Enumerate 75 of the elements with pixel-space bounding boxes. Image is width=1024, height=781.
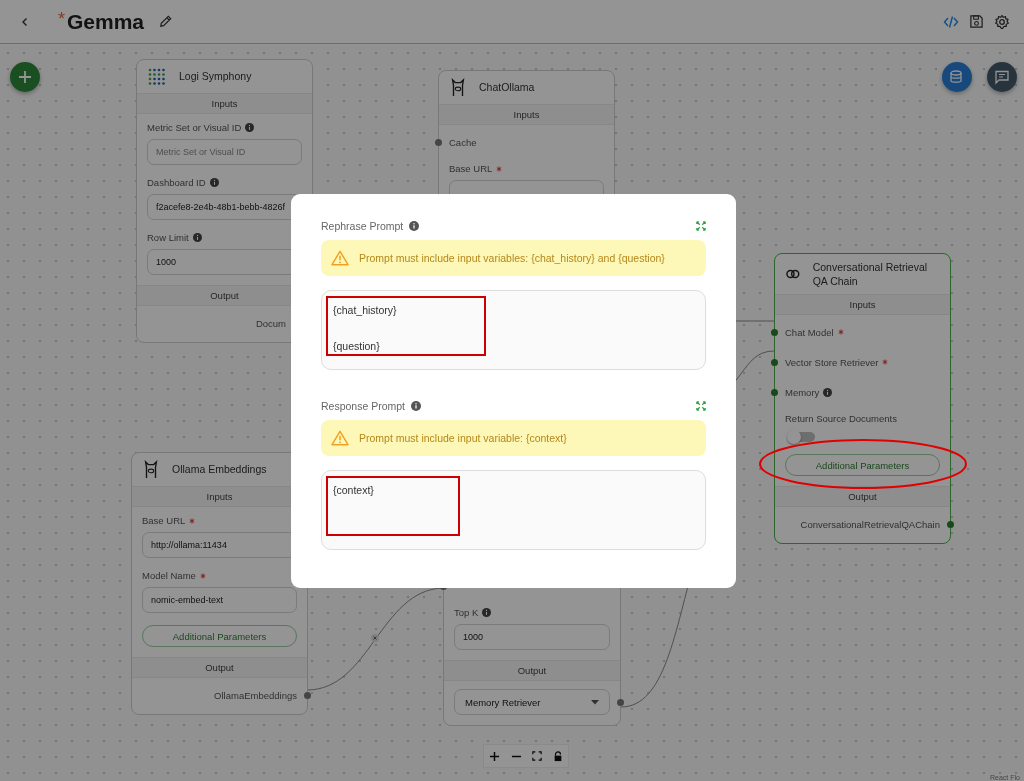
field-label: Base URL: [449, 163, 493, 174]
field-label: Top K: [454, 607, 479, 618]
dot-grid-icon: [147, 66, 167, 87]
input-handle[interactable]: [435, 139, 442, 146]
settings-icon[interactable]: [994, 13, 1010, 30]
output-label: OllamaEmbeddings: [214, 689, 297, 701]
field-label: Base URL: [142, 515, 186, 526]
save-icon[interactable]: [969, 14, 984, 29]
input-handle[interactable]: [771, 389, 778, 397]
input-field[interactable]: 1000: [454, 624, 610, 650]
info-icon[interactable]: [823, 387, 833, 397]
prompt-textarea[interactable]: {context}: [321, 470, 706, 550]
warning-text: Prompt must include input variable: {context}: [359, 432, 567, 444]
info-icon[interactable]: [245, 123, 255, 132]
node-title: Logi Symphony: [179, 69, 252, 84]
warning-icon: [331, 250, 349, 266]
flow-title: Gemma: [67, 9, 145, 34]
input-label: Memory: [785, 386, 820, 398]
input-field[interactable]: nomic-embed-text: [142, 587, 297, 613]
output-handle[interactable]: [947, 520, 954, 528]
field-label: Dashboard ID: [147, 177, 206, 188]
info-icon[interactable]: [409, 221, 420, 231]
field-label: Model Name: [142, 570, 196, 581]
zoom-in-icon[interactable]: [489, 750, 501, 762]
prompt-label: Rephrase Prompt: [321, 220, 404, 232]
node-title: Ollama Embeddings: [172, 462, 267, 477]
database-icon: [949, 69, 965, 85]
message-icon: [994, 69, 1010, 85]
field-label: Metric Set or Visual ID: [147, 122, 242, 133]
prompt-label: Response Prompt: [321, 400, 406, 412]
fit-view-icon[interactable]: [532, 751, 543, 761]
caret-icon: [591, 699, 599, 705]
code-icon[interactable]: [943, 13, 959, 30]
info-icon[interactable]: [482, 608, 492, 617]
input-handle[interactable]: [771, 359, 778, 367]
input-label: Cache: [449, 136, 477, 148]
output-label: Docum: [255, 317, 286, 329]
output-handle[interactable]: [304, 691, 311, 699]
prompt-text: {context}: [333, 484, 374, 496]
section-header: Output: [132, 657, 307, 678]
warning-text: Prompt must include input variables: {chat_history} and {question}: [359, 252, 665, 264]
llama-icon: [142, 459, 160, 480]
additional-parameters-button[interactable]: Additional Parameters: [785, 454, 940, 477]
info-icon[interactable]: [209, 178, 219, 187]
select-value: Memory Retriever: [465, 696, 541, 708]
llama-icon: [449, 77, 467, 98]
input-label: Chat Model: [785, 326, 834, 338]
section-header: Output: [444, 660, 620, 681]
prompt-textarea[interactable]: {chat_history} {question}: [321, 290, 706, 370]
info-icon[interactable]: [411, 401, 422, 411]
pencil-icon[interactable]: [158, 14, 174, 29]
expand-icon[interactable]: [696, 401, 706, 411]
info-icon[interactable]: [192, 233, 202, 242]
node-title: ChatOllama: [479, 80, 535, 95]
section-header: Output: [775, 486, 950, 508]
additional-parameters-button[interactable]: Additional Parameters: [142, 625, 297, 647]
warning-icon: [331, 430, 349, 446]
plus-icon: [17, 69, 33, 85]
lock-icon[interactable]: [552, 750, 563, 762]
section-header: Inputs: [775, 294, 950, 316]
edge-delete-icon[interactable]: [371, 634, 379, 642]
section-header: Inputs: [439, 104, 614, 125]
expand-icon[interactable]: [696, 221, 706, 231]
section-header: Inputs: [137, 93, 312, 114]
output-select[interactable]: Memory Retriever: [454, 689, 610, 715]
output-label: ConversationalRetrievalQAChain: [800, 518, 940, 530]
prompt-text: {chat_history} {question}: [333, 304, 397, 353]
node-title: Conversational Retrieval QA Chain: [812, 260, 929, 289]
field-label: Row Limit: [147, 232, 189, 243]
output-handle[interactable]: [617, 698, 624, 706]
back-icon[interactable]: [20, 16, 30, 27]
input-label: Vector Store Retriever: [785, 356, 879, 368]
unsaved-mark: *: [58, 9, 65, 30]
toggle-label: Return Source Documents: [785, 413, 897, 425]
input-handle[interactable]: [771, 329, 778, 337]
